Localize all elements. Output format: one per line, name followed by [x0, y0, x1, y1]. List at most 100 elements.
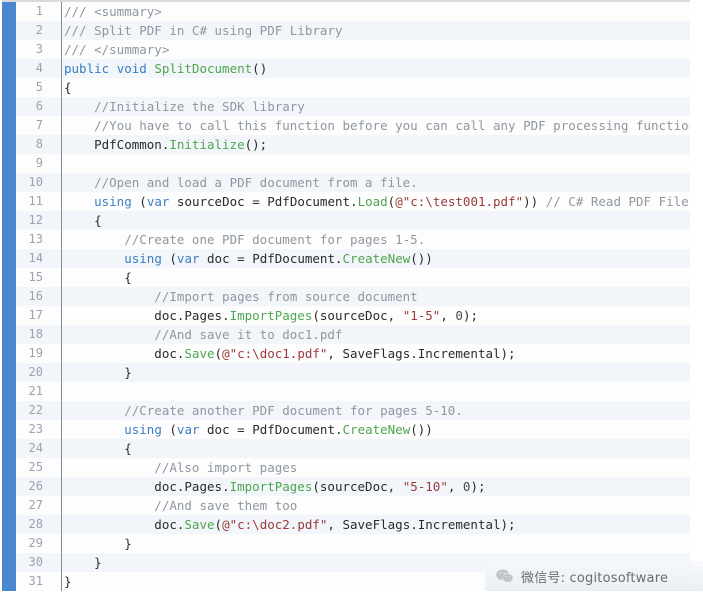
code-line[interactable]: 12 {: [16, 211, 690, 230]
code-line[interactable]: 11 using (var sourceDoc = PdfDocument.Lo…: [16, 192, 690, 211]
line-source: PdfCommon.Initialize();: [52, 135, 267, 154]
line-number: 1: [35, 4, 43, 18]
token-kw: public: [64, 61, 110, 76]
token-pln: PdfDocument.: [267, 194, 358, 209]
code-line[interactable]: 17 doc.Pages.ImportPages(sourceDoc, "1-5…: [16, 306, 690, 325]
token-pun: (: [214, 346, 223, 361]
token-cmt: /// </summary>: [64, 42, 170, 57]
code-line[interactable]: 9: [16, 154, 690, 173]
code-line[interactable]: 5{: [16, 78, 690, 97]
code-line[interactable]: 24 {: [16, 439, 690, 458]
line-number: 29: [28, 536, 43, 550]
code-line[interactable]: 28 doc.Save(@"c:\doc2.pdf", SaveFlags.In…: [16, 515, 690, 534]
line-source: }: [52, 534, 132, 553]
line-number: 16: [28, 289, 43, 303]
line-number: 7: [35, 118, 43, 132]
token-pln: doc.Pages.: [64, 479, 230, 494]
token-pun: ();: [244, 137, 268, 152]
code-line[interactable]: 7 //You have to call this function befor…: [16, 116, 690, 135]
code-line[interactable]: 19 doc.Save(@"c:\doc1.pdf", SaveFlags.In…: [16, 344, 690, 363]
code-line[interactable]: 6 //Initialize the SDK library: [16, 97, 690, 116]
code-line[interactable]: 22 //Create another PDF document for pag…: [16, 401, 690, 420]
token-cmt: /// Split PDF in C# using PDF Library: [64, 23, 343, 38]
token-cmt: //And save them too: [64, 498, 298, 513]
token-pln: doc: [199, 422, 238, 437]
token-pln: SaveFlags.Incremental: [342, 517, 501, 532]
line-number: 9: [35, 156, 43, 170]
code-line[interactable]: 21: [16, 382, 690, 401]
code-line[interactable]: 10 //Open and load a PDF document from a…: [16, 173, 690, 192]
token-pun: =: [237, 422, 253, 437]
code-line[interactable]: 8 PdfCommon.Initialize();: [16, 135, 690, 154]
line-number: 10: [28, 175, 43, 189]
token-cmt: // C# Read PDF File: [545, 194, 689, 209]
line-source: }: [52, 363, 132, 382]
token-pun: }: [64, 536, 132, 551]
token-kw: void: [116, 61, 147, 76]
code-line[interactable]: 20 }: [16, 363, 690, 382]
line-number: 8: [35, 137, 43, 151]
line-number: 18: [28, 327, 43, 341]
token-mth: Save: [184, 517, 215, 532]
token-str: "5-10": [402, 479, 448, 494]
code-line[interactable]: 27 //And save them too: [16, 496, 690, 515]
line-source: using (var sourceDoc = PdfDocument.Load(…: [52, 192, 689, 211]
token-pln: PdfDocument.: [252, 251, 343, 266]
watermark-badge: 微信号: cogitosoftware: [485, 561, 703, 591]
token-pln: [64, 251, 124, 266]
token-pun: {: [64, 270, 132, 285]
code-line[interactable]: 4 public void SplitDocument(): [16, 59, 690, 78]
line-number: 11: [28, 194, 43, 208]
token-cmt: //Also import pages: [64, 460, 298, 475]
token-mth: Save: [184, 346, 215, 361]
code-line[interactable]: 18 //And save it to doc1.pdf: [16, 325, 690, 344]
code-line[interactable]: 1 /// <summary>: [16, 2, 690, 21]
token-pln: sourceDoc: [319, 308, 388, 323]
token-pun: ,: [327, 517, 343, 532]
line-source: //Initialize the SDK library: [52, 97, 305, 116]
code-line[interactable]: 2 /// Split PDF in C# using PDF Library: [16, 21, 690, 40]
token-pun: {: [64, 441, 132, 456]
token-pln: sourceDoc: [169, 194, 253, 209]
line-source: /// <summary>: [52, 2, 162, 21]
left-accent-bar: [2, 2, 16, 591]
code-line[interactable]: 16 //Import pages from source document: [16, 287, 690, 306]
token-cmt: //Create another PDF document for pages …: [64, 403, 463, 418]
code-line[interactable]: 23 using (var doc = PdfDocument.CreateNe…: [16, 420, 690, 439]
token-pln: [109, 61, 117, 76]
line-number: 15: [28, 270, 43, 284]
code-line[interactable]: 14 using (var doc = PdfDocument.CreateNe…: [16, 249, 690, 268]
code-line[interactable]: 26 doc.Pages.ImportPages(sourceDoc, "5-1…: [16, 477, 690, 496]
token-pun: ,: [447, 479, 463, 494]
code-line[interactable]: 29 }: [16, 534, 690, 553]
token-mth: Initialize: [169, 137, 245, 152]
line-number: 13: [28, 232, 43, 246]
token-mth: Load: [357, 194, 388, 209]
line-number: 21: [28, 384, 43, 398]
code-content[interactable]: 1 /// <summary> 2 /// Split PDF in C# using…: [16, 2, 690, 591]
token-pln: [64, 194, 94, 209]
token-pun: }: [64, 574, 72, 589]
code-line[interactable]: 25 //Also import pages: [16, 458, 690, 477]
code-line[interactable]: 3 /// </summary>: [16, 40, 690, 59]
token-pln: sourceDoc: [319, 479, 388, 494]
line-source: //And save it to doc1.pdf: [52, 325, 342, 344]
line-number: 28: [28, 517, 43, 531]
token-pln: SaveFlags.Incremental: [342, 346, 501, 361]
token-pun: ,: [387, 308, 403, 323]
code-lines: 1 /// <summary> 2 /// Split PDF in C# using…: [16, 2, 690, 591]
line-number: 14: [28, 251, 43, 265]
token-mth: SplitDocument: [154, 61, 253, 76]
token-pun: (: [131, 194, 147, 209]
token-pun: );: [500, 346, 516, 361]
token-cmt: //And save it to doc1.pdf: [64, 327, 343, 342]
code-line[interactable]: 15 {: [16, 268, 690, 287]
code-line[interactable]: 13 //Create one PDF document for pages 1…: [16, 230, 690, 249]
token-kw: using: [124, 251, 162, 266]
line-number: 3: [35, 42, 43, 56]
line-source: //And save them too: [52, 496, 297, 515]
token-pun: );: [470, 479, 486, 494]
token-kw: var: [146, 194, 170, 209]
token-pun: (: [214, 517, 223, 532]
line-number: 2: [35, 23, 43, 37]
